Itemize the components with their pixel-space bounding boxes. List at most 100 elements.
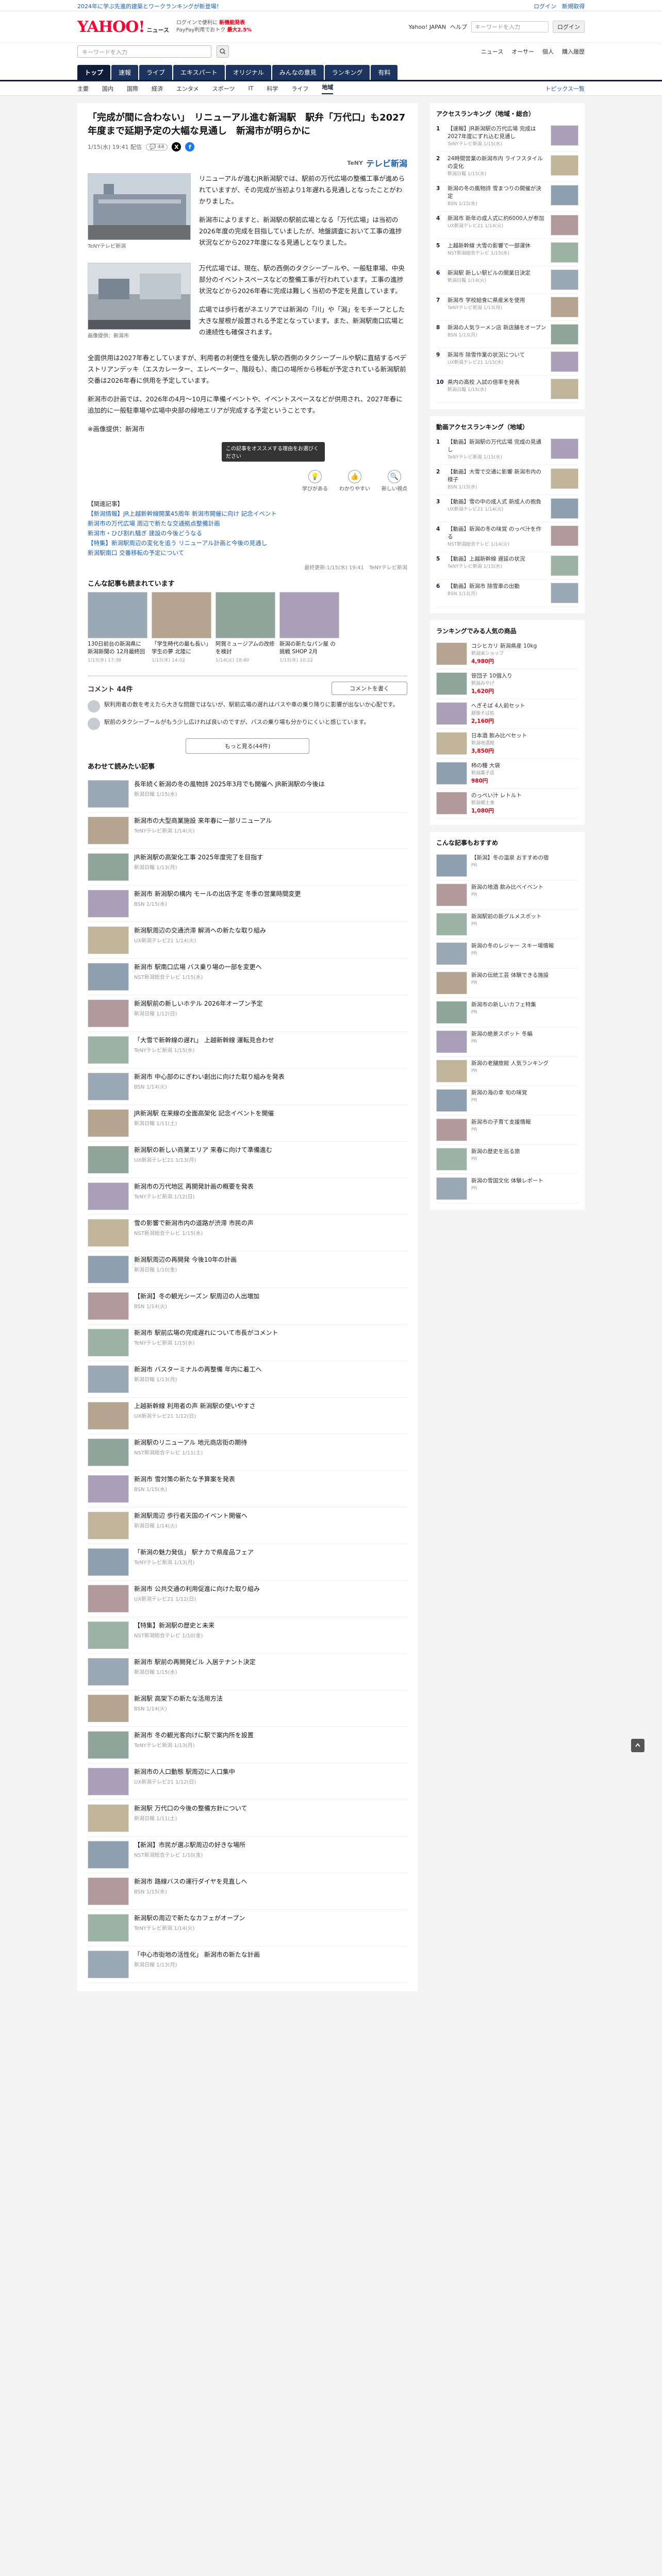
product-item[interactable]: コシヒカリ 新潟県産 10kg 新潟米ショップ 4,980円 [436, 639, 578, 669]
ranking-item[interactable]: 3 【動画】雪の中の成人式 新成人の抱負 UX新潟テレビ21 1/14(火) [436, 495, 578, 522]
category-tab[interactable]: スポーツ [212, 84, 235, 93]
reaction-button[interactable]: 💡 学びがある [302, 470, 328, 492]
article-list-item[interactable]: 上越新幹線 利用者の声 新潟駅の使いやすさ UX新潟テレビ21 1/12(日) [88, 1398, 407, 1434]
related-link[interactable]: 新潟市の万代広場 周辺で新たな交通拠点整備計画 [88, 519, 407, 529]
related-card[interactable]: 「学生時代の最も長い」 学生の夢 北陸に 1/15(水) 14:02 [152, 592, 211, 663]
ranking-item[interactable]: 1 【速報】JR新潟駅の万代広場 完成は2027年度にずれ込む見通し TeNYテレビ… [436, 122, 578, 152]
article-list-item[interactable]: 新潟市 駅南口広場 バス乗り場の一部を変更へ NST新潟総合テレビ 1/15(水) [88, 959, 407, 995]
ranking-item[interactable]: 6 新潟駅 新しい駅ビルの開業日決定 新潟日報 1/14(火) [436, 266, 578, 294]
article-list-item[interactable]: JR新潟駅 在来線の全面高架化 記念イベントを開催 新潟日報 1/11(土) [88, 1105, 407, 1142]
pickup-item[interactable]: 新潟の伝統工芸 体験できる施設 PR [436, 969, 578, 998]
nav-tab[interactable]: 有料 [371, 65, 398, 80]
nav-tab[interactable]: トップ [77, 65, 111, 80]
article-list-item[interactable]: 「大雪で新幹線の遅れ」 上越新幹線 運転見合わせ TeNYテレビ新潟 1/15(水… [88, 1032, 407, 1069]
article-list-item[interactable]: 長年続く新潟の冬の風物詩 2025年3月でも開催へ JR新潟駅の今後は 新潟日報 … [88, 776, 407, 812]
article-list-item[interactable]: 新潟市の人口動態 駅周辺に人口集中 UX新潟テレビ21 1/12(日) [88, 1764, 407, 1800]
reaction-button[interactable]: 🔍 新しい視点 [382, 470, 407, 492]
ranking-item[interactable]: 4 新潟市 新年の成人式に約6000人が参加 UX新潟テレビ21 1/14(火) [436, 212, 578, 239]
ranking-item[interactable]: 10 県内の高校 入試の倍率を発表 新潟日報 1/15(水) [436, 376, 578, 403]
article-list-item[interactable]: 雪の影響で新潟市内の道路が渋滞 市民の声 NST新潟総合テレビ 1/15(水) [88, 1215, 407, 1251]
pickup-item[interactable]: 新潟市の子育て支援情報 PR [436, 1115, 578, 1145]
back-to-top-button[interactable] [631, 1739, 644, 1752]
article-list-item[interactable]: 新潟市 中心部のにぎわい創出に向けた取り組みを発表 BSN 1/14(火) [88, 1069, 407, 1105]
category-tab[interactable]: 主要 [77, 84, 89, 93]
news-search-input[interactable]: キーワードを入力 [77, 45, 211, 58]
article-list-item[interactable]: 新潟駅のリニューアル 地元商店街の期待 NST新潟総合テレビ 1/11(土) [88, 1434, 407, 1471]
article-list-item[interactable]: 新潟市の大型商業施設 来年春に一部リニューアル TeNYテレビ新潟 1/14(火) [88, 812, 407, 849]
related-card[interactable]: 130日前台の新潟県に 新潟新聞の 12月最終回 1/15(水) 17:38 [88, 592, 147, 663]
ranking-item[interactable]: 6 【動画】新潟市 除雪車の出動 BSN 1/13(月) [436, 580, 578, 607]
topics-list-link[interactable]: トピックス一覧 [545, 84, 585, 93]
category-tab[interactable]: ライフ [291, 84, 308, 93]
product-item[interactable]: 柿の種 大袋 新潟菓子店 980円 [436, 759, 578, 789]
search-button[interactable] [217, 45, 229, 58]
pickup-item[interactable]: 新潟駅前の新グルメスポット PR [436, 910, 578, 939]
personal-link[interactable]: 個人 [542, 47, 554, 56]
login-button[interactable]: ログイン [553, 21, 585, 33]
nav-tab[interactable]: 速報 [111, 65, 139, 80]
header-search-input[interactable]: キーワードを入力 [471, 21, 549, 32]
pickup-item[interactable]: 新潟の雪国文化 体験レポート PR [436, 1174, 578, 1204]
nav-tab[interactable]: ライブ [139, 65, 173, 80]
pickup-item[interactable]: 新潟の地酒 飲み比べイベント PR [436, 880, 578, 910]
pickup-item[interactable]: 新潟の絶景スポット 冬編 PR [436, 1027, 578, 1057]
category-tab[interactable]: エンタメ [176, 84, 199, 93]
article-list-item[interactable]: 【特集】新潟駅の歴史と未来 NST新潟総合テレビ 1/10(金) [88, 1617, 407, 1654]
category-tab[interactable]: 経済 [152, 84, 163, 93]
article-list-item[interactable]: 新潟駅周辺 歩行者天国のイベント開催へ 新潟日報 1/14(火) [88, 1507, 407, 1544]
ranking-item[interactable]: 8 新潟の人気ラーメン店 新店舗をオープン BSN 1/13(月) [436, 321, 578, 348]
product-item[interactable]: のっぺい汁 レトルト 新潟郷土食 1,080円 [436, 789, 578, 819]
top-banner-link[interactable]: 2024年に学ぶ先進的建築とワークランキングが新登場！ [77, 2, 222, 10]
category-tab[interactable]: 国際 [127, 84, 138, 93]
provider-logo[interactable]: TeNY テレビ新潟 [88, 157, 407, 169]
nav-tab[interactable]: オリジナル [225, 65, 271, 80]
related-link[interactable]: 新潟駅南口 交番移転の予定について [88, 548, 407, 558]
category-tab[interactable]: 地域 [322, 83, 334, 94]
article-list-item[interactable]: 「新潟の魅力発信」 駅ナカで県産品フェア TeNYテレビ新潟 1/13(月) [88, 1544, 407, 1581]
product-item[interactable]: 笹団子 10個入り 新潟みやげ 1,620円 [436, 669, 578, 699]
comment-count-badge[interactable]: 💬 44 [145, 143, 168, 150]
article-list-item[interactable]: 「中心市街地の活性化」 新潟市の新たな計画 新潟日報 1/13(月) [88, 1946, 407, 1983]
yahoo-news-logo[interactable]: YAHOO! ニュース [77, 18, 169, 36]
article-list-item[interactable]: 【新潟】冬の観光シーズン 駅周辺の人出増加 BSN 1/14(火) [88, 1288, 407, 1325]
article-list-item[interactable]: 新潟市 駅前広場の完成遅れについて市長がコメント TeNYテレビ新潟 1/15(水… [88, 1325, 407, 1361]
pickup-item[interactable]: 新潟の歴史を巡る旅 PR [436, 1145, 578, 1174]
ranking-item[interactable]: 3 新潟の冬の風物詩 雪まつりの開催が決定 BSN 1/15(水) [436, 182, 578, 212]
article-list-item[interactable]: 新潟駅 高架下の新たな活用方法 BSN 1/14(火) [88, 1690, 407, 1727]
pickup-item[interactable]: 新潟市の新しいカフェ特集 PR [436, 998, 578, 1027]
article-list-item[interactable]: 新潟市 新潟駅の構内 モールの出店予定 冬季の営業時間変更 BSN 1/15(水) [88, 886, 407, 922]
header-promo[interactable]: ログインで便利に 新機能発表 PayPay利用でおトク 最大2.5% [176, 20, 252, 34]
ranking-item[interactable]: 2 24時間営業の新潟市内 ライフスタイルの変化 新潟日報 1/15(水) [436, 152, 578, 182]
article-list-item[interactable]: 【新潟】市民が選ぶ駅周辺の好きな場所 NST新潟総合テレビ 1/10(金) [88, 1837, 407, 1873]
category-tab[interactable]: 国内 [102, 84, 113, 93]
article-photo[interactable] [88, 173, 191, 240]
article-list-item[interactable]: 新潟駅の新しい商業エリア 来春に向けて準備進む UX新潟テレビ21 1/13(月) [88, 1142, 407, 1178]
ranking-item[interactable]: 5 上越新幹線 大雪の影響で一部運休 NST新潟総合テレビ 1/15(水) [436, 239, 578, 266]
article-list-item[interactable]: 新潟駅 万代口の今後の整備方針について 新潟日報 1/11(土) [88, 1800, 407, 1837]
article-list-item[interactable]: 新潟市 公共交通の利用促進に向けた取り組み UX新潟テレビ21 1/12(日) [88, 1581, 407, 1617]
ranking-item[interactable]: 2 【動画】大雪で交通に影響 新潟市内の様子 BSN 1/15(水) [436, 465, 578, 495]
ranking-item[interactable]: 7 新潟市 学校給食に県産米を使用 TeNYテレビ新潟 1/13(月) [436, 294, 578, 321]
yahoo-japan-link[interactable]: Yahoo! JAPAN [408, 24, 446, 30]
article-list-item[interactable]: 新潟市 雪対策の新たな予算案を発表 BSN 1/15(水) [88, 1471, 407, 1507]
article-list-item[interactable]: 新潟駅周辺の再開発 今後10年の計画 新潟日報 1/10(金) [88, 1251, 407, 1288]
nav-tab[interactable]: ランキング [324, 65, 370, 80]
write-comment-button[interactable]: コメントを書く [332, 682, 407, 695]
news-link[interactable]: ニュース [481, 47, 503, 56]
article-photo[interactable] [88, 263, 191, 330]
top-banner-right[interactable]: ログイン 新規取得 [534, 2, 585, 10]
article-list-item[interactable]: JR新潟駅の高架化工事 2025年度完了を目指す 新潟日報 1/13(月) [88, 849, 407, 886]
article-list-item[interactable]: 新潟市 冬の観光客向けに駅で案内所を設置 TeNYテレビ新潟 1/13(月) [88, 1727, 407, 1764]
product-item[interactable]: へぎそば 4人前セット 越後そば処 2,160円 [436, 699, 578, 729]
purchase-history-link[interactable]: 購入履歴 [562, 47, 585, 56]
x-share-icon[interactable]: X [172, 142, 181, 151]
article-list-item[interactable]: 新潟駅周辺の交通渋滞 解消への新たな取り組み UX新潟テレビ21 1/14(火) [88, 922, 407, 959]
more-comments-button[interactable]: もっと見る(44件) [186, 738, 309, 754]
related-link[interactable]: 新潟市・ひび割れ騒ぎ 建設の今後どうなる [88, 529, 407, 538]
facebook-share-icon[interactable]: f [185, 142, 195, 151]
related-card[interactable]: 阿賀ミュージアムの改修を検討 1/14(火) 18:40 [216, 592, 275, 663]
nav-tab[interactable]: エキスパート [173, 65, 225, 80]
article-list-item[interactable]: 新潟市 路線バスの運行ダイヤを見直しへ BSN 1/15(水) [88, 1873, 407, 1910]
reaction-button[interactable]: 👍 わかりやすい [339, 470, 370, 492]
nav-tab[interactable]: みんなの意見 [272, 65, 324, 80]
